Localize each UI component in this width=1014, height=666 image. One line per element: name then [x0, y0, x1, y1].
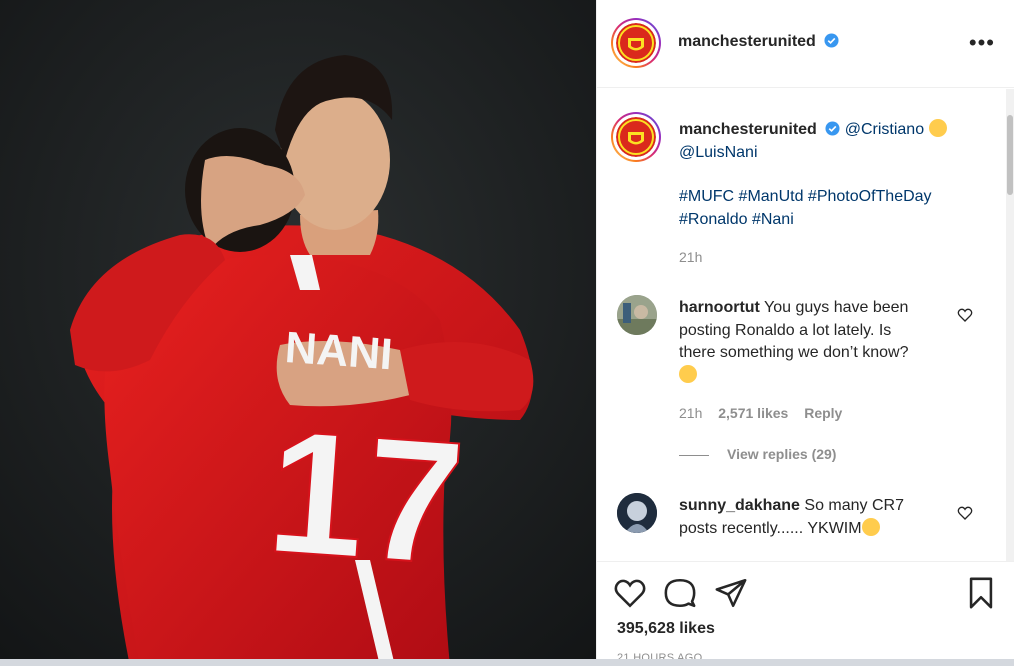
- heart-icon[interactable]: [613, 576, 647, 610]
- os-taskbar: [0, 659, 1014, 666]
- comment-sunny-dakhane: sunny_dakhane So many CR7 posts recently…: [679, 495, 959, 540]
- comment-harnoortut: harnoortut You guys have been posting Ro…: [679, 297, 959, 387]
- author-avatar[interactable]: [611, 18, 661, 68]
- commenter-avatar[interactable]: [617, 295, 657, 335]
- view-replies-button[interactable]: View replies (29): [679, 446, 836, 462]
- view-replies-label: View replies (29): [727, 446, 837, 462]
- jersey-name: NANI: [283, 323, 394, 379]
- comment-text-line1: You guys have been: [764, 299, 909, 316]
- verified-badge-icon: [824, 33, 839, 48]
- comment-username[interactable]: sunny_dakhane: [679, 497, 800, 514]
- caption-hashtags-line1[interactable]: #MUFC #ManUtd #PhotoOfTheDay: [679, 186, 932, 209]
- comment-likes[interactable]: 2,571 likes: [718, 405, 788, 421]
- commenter-avatar[interactable]: [617, 493, 657, 533]
- verified-badge-icon: [825, 121, 840, 136]
- post-photo[interactable]: NANI 17: [0, 0, 596, 666]
- thinking-face-emoji-icon: [679, 364, 697, 383]
- smirk-emoji-icon: [861, 517, 880, 536]
- post-header: manchesterunited •••: [597, 0, 1014, 88]
- comment-text-line2: posts recently...... YKWIM: [679, 519, 862, 537]
- comment-time[interactable]: 21h: [679, 405, 702, 421]
- post-actions: 395,628 likes 21 HOURS AGO: [597, 561, 1014, 666]
- scrollbar-thumb[interactable]: [1007, 115, 1013, 195]
- comment-text-line1: So many CR7: [804, 497, 904, 514]
- comments-section[interactable]: manchesterunited @Cristiano @LuisNani #M…: [597, 89, 1007, 561]
- mention-cristiano[interactable]: @Cristiano: [845, 121, 924, 138]
- mention-luisnani[interactable]: @LuisNani: [679, 144, 758, 161]
- heart-icon[interactable]: [957, 505, 973, 521]
- reply-button[interactable]: Reply: [804, 405, 842, 421]
- avatar-photo: [617, 493, 657, 533]
- comment-username[interactable]: harnoortut: [679, 299, 760, 316]
- comment-text-line3: there something we don’t know?: [679, 344, 909, 361]
- header-username[interactable]: manchesterunited: [678, 33, 816, 50]
- more-options-icon[interactable]: •••: [969, 32, 995, 54]
- comment-meta: 21h 2,571 likes Reply: [679, 405, 842, 421]
- club-crest-icon: [616, 117, 656, 157]
- avatar-photo: [617, 295, 657, 335]
- caption-hashtags-line2[interactable]: #Ronaldo #Nani: [679, 209, 794, 232]
- heart-icon[interactable]: [957, 307, 973, 323]
- bookmark-icon[interactable]: [964, 576, 998, 610]
- hugging-face-emoji-icon: [928, 119, 947, 137]
- club-crest-icon: [616, 23, 656, 63]
- caption-time[interactable]: 21h: [679, 249, 702, 265]
- share-icon[interactable]: [714, 576, 748, 610]
- likes-count[interactable]: 395,628 likes: [617, 620, 715, 638]
- caption: manchesterunited @Cristiano @LuisNani: [679, 119, 979, 164]
- post-image: NANI 17: [0, 0, 596, 666]
- post-panel: manchesterunited ••• manchesterunited @C…: [596, 0, 1014, 666]
- comment-icon[interactable]: [663, 576, 697, 610]
- divider-line: [679, 454, 709, 456]
- caption-avatar[interactable]: [611, 112, 661, 162]
- comment-text-line2: posting Ronaldo a lot lately. Is: [679, 321, 892, 339]
- comments-scrollbar[interactable]: [1006, 89, 1014, 561]
- caption-username[interactable]: manchesterunited: [679, 121, 817, 138]
